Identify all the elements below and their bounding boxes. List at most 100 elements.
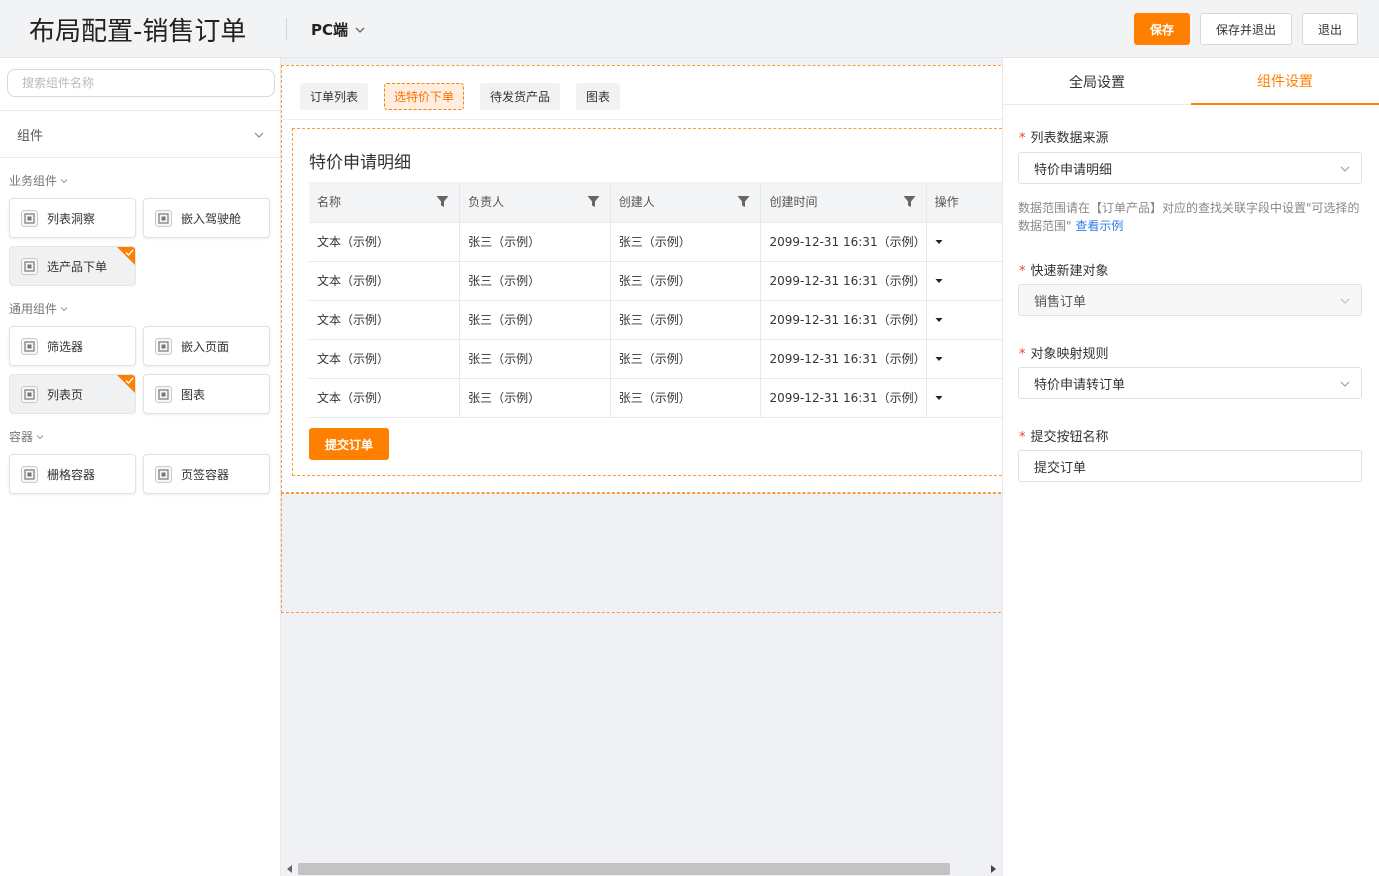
cell-creator: 张三（示例）: [610, 260, 762, 300]
table-title: 特价申请明细: [309, 153, 411, 173]
cell-creator: 张三（示例）: [610, 338, 762, 378]
component-list-insight[interactable]: 列表洞察: [9, 198, 136, 238]
cell-name: 文本（示例）: [309, 299, 461, 339]
cell-created-time: 2099-12-31 16:31（示例）: [760, 260, 927, 300]
group-container[interactable]: 容器: [9, 428, 45, 445]
component-label: 嵌入页面: [181, 339, 230, 354]
select-value: 特价申请转订单: [1034, 377, 1126, 393]
cell-actions: [926, 221, 1002, 261]
cell-name: 文本（示例）: [309, 377, 461, 418]
scroll-left-icon[interactable]: [287, 865, 292, 873]
component-icon: [155, 337, 172, 355]
tab-component-settings[interactable]: 组件设置: [1191, 58, 1379, 105]
component-filter[interactable]: 筛选器: [9, 326, 136, 366]
cell-creator: 张三（示例）: [610, 377, 762, 418]
mapping-rule-select[interactable]: 特价申请转订单: [1018, 367, 1362, 399]
cell-actions: [926, 338, 1002, 378]
required-marker: *: [1019, 430, 1026, 445]
caret-down-icon[interactable]: [935, 238, 943, 246]
layout-canvas[interactable]: 订单列表 选特价下单 待发货产品 图表 特价申请明细 名称 负责人 创建人 创建…: [281, 58, 1002, 876]
save-button[interactable]: 保存: [1134, 13, 1190, 45]
check-icon: [125, 377, 134, 385]
column-label: 操作: [934, 195, 959, 210]
title-divider: [286, 18, 287, 40]
tab-divider: [282, 119, 1002, 120]
view-example-link[interactable]: 查看示例: [1075, 219, 1123, 233]
cell-name: 文本（示例）: [309, 260, 461, 300]
data-range-hint: 数据范围请在【订单产品】对应的查找关联字段中设置"可选择的数据范围" 查看示例: [1018, 199, 1364, 235]
submit-order-button[interactable]: 提交订单: [309, 428, 389, 460]
button-name-label: * 提交按钮名称: [1019, 426, 1109, 445]
table-header-row: 名称 负责人 创建人 创建时间 操作: [309, 182, 1002, 222]
cell-created-time: 2099-12-31 16:31（示例）: [760, 221, 927, 261]
caret-down-icon[interactable]: [935, 316, 943, 324]
required-marker: *: [1019, 131, 1026, 146]
tab-order-list[interactable]: 订单列表: [300, 83, 369, 110]
field-label-text: 提交按钮名称: [1030, 430, 1109, 445]
component-icon: [21, 465, 38, 483]
special-price-component[interactable]: 特价申请明细 名称 负责人 创建人 创建时间 操作 文本（示例） 张三（示例） …: [292, 128, 1002, 476]
cell-owner: 张三（示例）: [459, 221, 611, 261]
button-name-input[interactable]: [1018, 450, 1362, 482]
tab-chart[interactable]: 图表: [576, 83, 621, 110]
component-select-product-order[interactable]: 选产品下单: [9, 246, 136, 286]
scroll-right-icon[interactable]: [991, 865, 996, 873]
data-source-label: * 列表数据来源: [1019, 127, 1109, 146]
settings-tab-bar: 全局设置 组件设置: [1003, 58, 1379, 105]
table-row: 文本（示例） 张三（示例） 张三（示例） 2099-12-31 16:31（示例…: [309, 338, 1002, 378]
tab-global-settings[interactable]: 全局设置: [1003, 58, 1191, 105]
component-label: 列表页: [47, 387, 84, 402]
component-label: 图表: [181, 387, 206, 402]
component-embed-page[interactable]: 嵌入页面: [143, 326, 270, 366]
page-title: 布局配置-销售订单: [29, 17, 247, 47]
detail-table: 名称 负责人 创建人 创建时间 操作 文本（示例） 张三（示例） 张三（示例） …: [309, 182, 1002, 418]
cell-created-time: 2099-12-31 16:31（示例）: [760, 377, 927, 418]
chevron-down-icon: [254, 132, 264, 138]
required-marker: *: [1019, 347, 1026, 362]
component-icon: [155, 209, 172, 227]
component-tab-container[interactable]: 页签容器: [143, 454, 270, 494]
save-and-exit-button[interactable]: 保存并退出: [1200, 13, 1292, 45]
component-grid-container[interactable]: 栅格容器: [9, 454, 136, 494]
check-icon: [125, 249, 134, 257]
tab-container-block[interactable]: 订单列表 选特价下单 待发货产品 图表 特价申请明细 名称 负责人 创建人 创建…: [281, 65, 1002, 493]
filter-icon[interactable]: [903, 195, 916, 208]
scrollbar-thumb[interactable]: [298, 863, 950, 875]
filter-icon[interactable]: [587, 195, 600, 208]
component-label: 选产品下单: [47, 259, 108, 274]
cell-actions: [926, 299, 1002, 339]
component-chart[interactable]: 图表: [143, 374, 270, 414]
component-type-select[interactable]: 组件: [0, 110, 280, 158]
tab-special-price-order[interactable]: 选特价下单: [384, 83, 465, 110]
cell-created-time: 2099-12-31 16:31（示例）: [760, 299, 927, 339]
component-icon: [21, 337, 38, 355]
device-selector[interactable]: PC端: [311, 19, 366, 40]
component-search-input[interactable]: [7, 69, 275, 97]
chevron-down-icon: [1340, 166, 1350, 172]
tab-pending-shipment[interactable]: 待发货产品: [480, 83, 561, 110]
empty-drop-zone[interactable]: [281, 493, 1002, 613]
exit-button[interactable]: 退出: [1302, 13, 1358, 45]
caret-down-icon[interactable]: [935, 394, 943, 402]
caret-down-icon[interactable]: [935, 277, 943, 285]
table-row: 文本（示例） 张三（示例） 张三（示例） 2099-12-31 16:31（示例…: [309, 221, 1002, 261]
component-list-page[interactable]: 列表页: [9, 374, 136, 414]
caret-down-icon[interactable]: [935, 355, 943, 363]
component-type-label: 组件: [17, 128, 44, 144]
group-business[interactable]: 业务组件: [9, 172, 69, 189]
cell-name: 文本（示例）: [309, 338, 461, 378]
chevron-down-icon: [355, 27, 365, 33]
component-icon: [155, 465, 172, 483]
cell-owner: 张三（示例）: [459, 338, 611, 378]
filter-icon[interactable]: [436, 195, 449, 208]
field-label-text: 列表数据来源: [1030, 131, 1109, 146]
component-embed-cockpit[interactable]: 嵌入驾驶舱: [143, 198, 270, 238]
table-row: 文本（示例） 张三（示例） 张三（示例） 2099-12-31 16:31（示例…: [309, 299, 1002, 339]
settings-panel: 全局设置 组件设置 * 列表数据来源 特价申请明细 数据范围请在【订单产品】对应的…: [1002, 58, 1379, 876]
data-source-select[interactable]: 特价申请明细: [1018, 152, 1362, 184]
component-icon: [21, 385, 38, 403]
filter-icon[interactable]: [737, 195, 750, 208]
group-general[interactable]: 通用组件: [9, 300, 69, 317]
horizontal-scrollbar[interactable]: [281, 860, 1002, 876]
component-label: 列表洞察: [47, 211, 96, 226]
